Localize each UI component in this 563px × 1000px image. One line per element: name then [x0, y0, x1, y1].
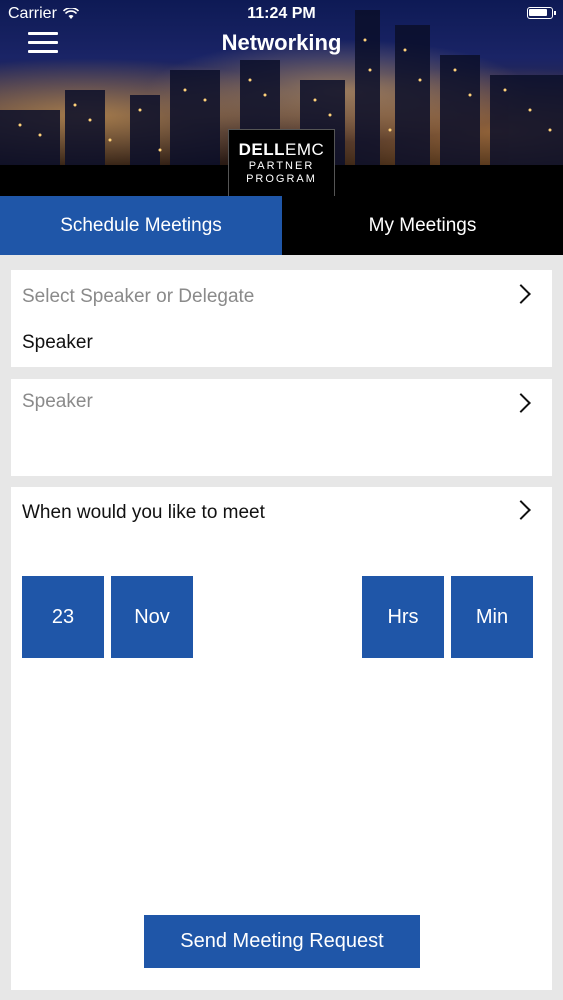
- selector-value: Speaker: [22, 332, 93, 353]
- battery-icon: [527, 7, 556, 19]
- day-selector[interactable]: 23: [22, 576, 104, 658]
- chevron-right-icon[interactable]: [511, 500, 531, 520]
- logo-brand-light: EMC: [285, 140, 325, 159]
- minutes-selector[interactable]: Min: [451, 576, 533, 658]
- meeting-time-card: When would you like to meet 23 Nov Hrs M…: [11, 487, 552, 990]
- logo-line-1: PARTNER: [248, 160, 315, 172]
- status-time: 11:24 PM: [247, 5, 316, 22]
- tab-schedule-meetings[interactable]: Schedule Meetings: [0, 196, 282, 255]
- hours-selector[interactable]: Hrs: [362, 576, 444, 658]
- page-title: Networking: [221, 30, 342, 55]
- tab-my-meetings[interactable]: My Meetings: [282, 196, 563, 255]
- speaker-delegate-selector[interactable]: Select Speaker or Delegate Speaker: [11, 270, 552, 367]
- status-bar: Carrier 11:24 PM: [0, 0, 563, 28]
- tab-bar: Schedule Meetings My Meetings: [0, 196, 563, 255]
- speaker-picker[interactable]: Speaker: [11, 379, 552, 476]
- chevron-right-icon[interactable]: [511, 284, 531, 304]
- logo-line-2: PROGRAM: [246, 173, 317, 185]
- selector-placeholder: Select Speaker or Delegate: [22, 286, 255, 307]
- dell-emc-partner-logo: DELLEMC PARTNER PROGRAM: [228, 129, 335, 196]
- send-meeting-request-button[interactable]: Send Meeting Request: [144, 915, 420, 968]
- chevron-right-icon[interactable]: [511, 393, 531, 413]
- speaker-placeholder: Speaker: [22, 391, 93, 412]
- meet-time-title: When would you like to meet: [22, 502, 265, 523]
- month-selector[interactable]: Nov: [111, 576, 193, 658]
- header-banner: Carrier 11:24 PM Networking DELLEMC PART…: [0, 0, 563, 196]
- logo-brand-bold: DELL: [238, 140, 286, 159]
